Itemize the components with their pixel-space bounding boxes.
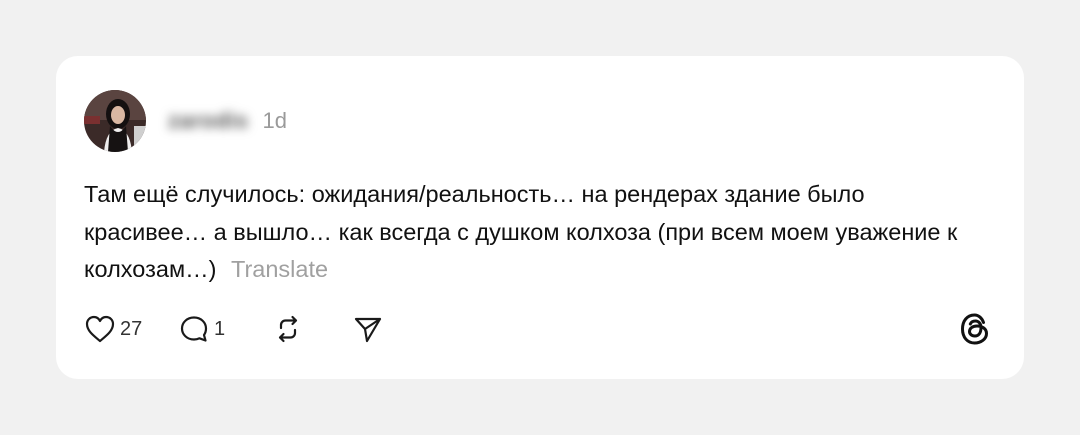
threads-logo-icon (956, 310, 994, 348)
send-icon (352, 314, 384, 344)
like-count: 27 (120, 317, 143, 340)
post-card: zarodis 1d Там ещё случилось: ожидания/р… (56, 56, 1024, 379)
share-button[interactable] (352, 314, 384, 344)
username[interactable]: zarodis (168, 108, 249, 134)
heart-icon (84, 314, 116, 344)
reply-count: 1 (214, 317, 226, 340)
repost-icon (272, 314, 304, 344)
avatar[interactable] (84, 90, 146, 152)
reply-button[interactable]: 1 (178, 314, 272, 344)
post-text: Там ещё случилось: ожидания/реальность… … (84, 181, 958, 282)
translate-link[interactable]: Translate (231, 256, 328, 282)
repost-button[interactable] (272, 314, 352, 344)
comment-icon (178, 314, 210, 344)
post-time: 1d (262, 108, 288, 133)
post-text-container: Там ещё случилось: ожидания/реальность… … (84, 176, 984, 289)
like-button[interactable]: 27 (84, 314, 178, 344)
post-header: zarodis 1d (84, 90, 287, 152)
post-actions: 27 1 (84, 314, 384, 344)
